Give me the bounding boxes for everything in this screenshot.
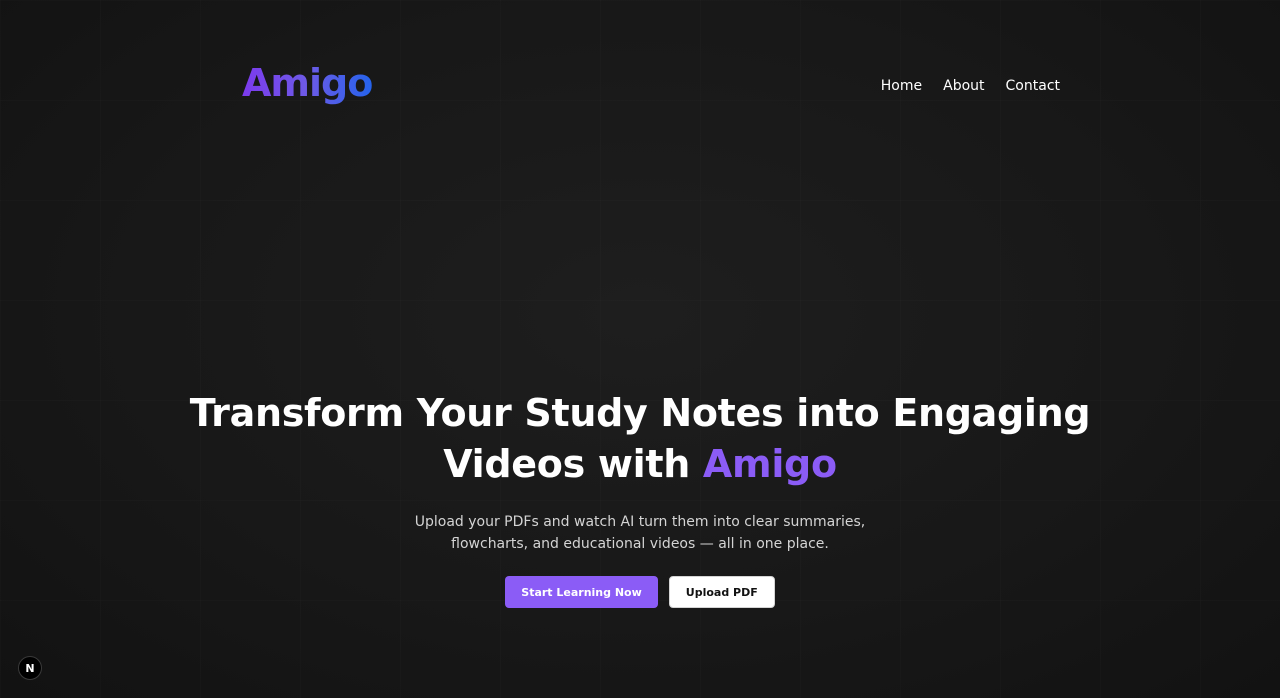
nextjs-icon[interactable]: N [18, 656, 42, 680]
upload-pdf-button[interactable]: Upload PDF [668, 576, 775, 608]
hero-title-line2-prefix: Videos with [443, 442, 703, 486]
logo[interactable]: Amigo [242, 58, 373, 108]
nav-about-link[interactable]: About [943, 78, 984, 94]
hero-buttons: Start Learning Now Upload PDF [0, 576, 1280, 608]
main-nav: Home About Contact [881, 78, 1060, 94]
hero-title-line1: Transform Your Study Notes into Engaging [189, 391, 1091, 435]
hero-title: Transform Your Study Notes into Engaging… [0, 388, 1280, 490]
site-header: Amigo Home About Contact [242, 58, 1060, 114]
hero-subtitle: Upload your PDFs and watch AI turn them … [414, 514, 866, 552]
nav-contact-link[interactable]: Contact [1006, 78, 1060, 94]
nav-home-link[interactable]: Home [881, 78, 922, 94]
start-learning-button[interactable]: Start Learning Now [505, 576, 658, 608]
page: Amigo Home About Contact Transform Your … [0, 0, 1280, 698]
hero-title-brand: Amigo [702, 442, 837, 486]
hero-section: Transform Your Study Notes into Engaging… [0, 388, 1280, 608]
